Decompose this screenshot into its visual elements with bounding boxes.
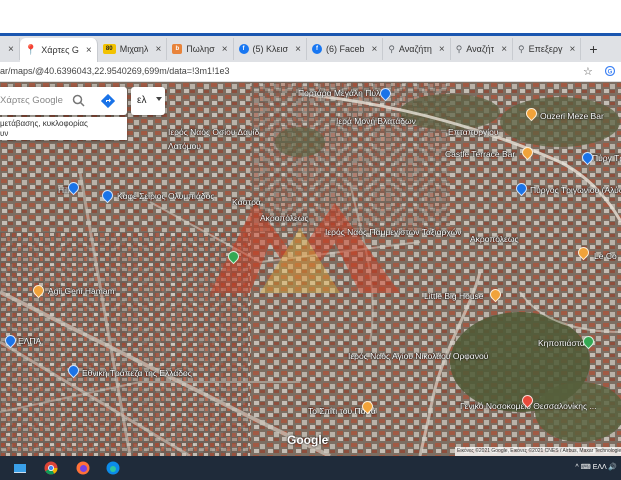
b-icon: b (172, 44, 183, 54)
close-tab-icon[interactable]: × (371, 44, 377, 55)
close-tab-icon[interactable]: × (439, 44, 445, 55)
tab-title: (5) Κλεισ (252, 44, 289, 54)
tab-google-maps[interactable]: 📍 Χάρτες G × (19, 38, 98, 62)
tab-4[interactable]: f (5) Κλεισ × (234, 38, 307, 60)
tab-title: (6) Faceb (325, 44, 365, 54)
url-text[interactable]: ar/maps/@40.6396043,22.9540269,699m/data… (0, 66, 230, 76)
bookmark-star-icon[interactable]: ☆ (583, 65, 593, 78)
svg-text:G: G (608, 70, 613, 76)
map-place-label[interactable]: Little Big House (424, 292, 484, 301)
map-place-label[interactable]: Le Co (594, 252, 617, 261)
map-place-label[interactable]: Ιερός Ναός Αγίου Νικολάου Ορφανού (348, 352, 488, 361)
close-tab-icon[interactable]: × (295, 44, 301, 55)
maps-search-box[interactable]: Χάρτες Google (0, 87, 127, 115)
map-place-label[interactable]: Agii Geni Hamam (48, 287, 115, 296)
map-place-label[interactable]: Castle Terrace Bar (445, 150, 515, 159)
language-select[interactable]: ελ (131, 87, 165, 115)
tab-5[interactable]: f (6) Faceb × (307, 38, 384, 60)
google-account-icon[interactable]: G (605, 66, 615, 76)
tab-title: Αναζήτ (466, 44, 495, 54)
close-tab-icon[interactable]: × (222, 44, 228, 55)
top-white-area (0, 0, 621, 36)
map-place-label[interactable]: Εθνική Τράπεζα της Ελλάδος (82, 369, 192, 378)
chrome-icon[interactable] (44, 461, 58, 475)
close-tab-icon[interactable]: × (155, 44, 161, 55)
map-place-label[interactable]: Κηποπιάστα (538, 339, 585, 348)
tab-title: Πωλησ (186, 44, 215, 54)
directions-icon[interactable] (101, 94, 115, 108)
map-place-label[interactable]: Ιερά Μονή Βλατάδων (336, 117, 416, 126)
tab-blank[interactable]: × (0, 38, 20, 60)
edge-icon[interactable] (106, 461, 120, 475)
map-place-label[interactable]: Ακροπόλεως (470, 235, 519, 244)
80-icon: 80 (102, 44, 116, 54)
tab-3[interactable]: b Πωλησ × (167, 38, 234, 60)
new-tab-button[interactable]: + (581, 41, 605, 57)
facebook-icon: f (311, 44, 322, 54)
tab-strip: × 📍 Χάρτες G × 80 Μιχαηλ × b Πωλησ × f (… (0, 36, 621, 62)
map-place-label[interactable]: Λατόμου (168, 142, 201, 151)
system-tray[interactable]: ^ ⌨ ΕΛΛ 🔊 (575, 463, 617, 471)
search-input[interactable]: Χάρτες Google (0, 95, 63, 106)
windows-icon[interactable] (13, 461, 27, 475)
close-tab-icon[interactable]: × (570, 44, 576, 55)
search-page-icon: ⚲ (388, 43, 395, 54)
tooltip-line-2: υν (0, 129, 9, 138)
map-place-label[interactable]: Πορτάρα Μεγάλη Πύλη (298, 89, 385, 98)
tab-title: Επεξεργ (528, 44, 563, 54)
windows-taskbar: ^ ⌨ ΕΛΛ 🔊 (0, 456, 621, 480)
map-place-label[interactable]: Κάστρα (232, 198, 261, 207)
map-place-label[interactable]: Επταπυργίου (448, 128, 499, 137)
map-place-label[interactable]: Ακροπόλεως (260, 214, 309, 223)
firefox-icon[interactable] (76, 461, 90, 475)
close-tab-icon[interactable]: × (8, 44, 14, 55)
search-page-icon: ⚲ (518, 43, 525, 54)
facebook-icon: f (238, 44, 249, 54)
tab-8[interactable]: ⚲ Επεξεργ × (513, 38, 582, 60)
tab-6[interactable]: ⚲ Αναζήτη × (383, 38, 451, 60)
map-place-label[interactable]: Πύργος Τριγωνίου (Αλύσεως) (530, 186, 621, 195)
tooltip-line-1: μετάβασης, κυκλοφορίας (0, 119, 88, 128)
close-tab-icon[interactable]: × (501, 44, 507, 55)
map-place-label[interactable]: Ιερός Ναός Παμμεγίστων Ταξιαρχών (325, 228, 462, 237)
google-logo: Google (287, 433, 329, 447)
map-place-label[interactable]: Ιερός Ναός Οσίου Δαυίδ (168, 128, 259, 137)
close-tab-icon[interactable]: × (86, 45, 92, 56)
layers-tooltip: μετάβασης, κυκλοφορίας υν (0, 117, 127, 140)
map-place-label[interactable]: ΕΛΠΑ (18, 337, 41, 346)
map-place-label[interactable]: Ouzeri Meze Bar (540, 112, 604, 121)
language-label: ελ (137, 95, 147, 106)
search-page-icon: ⚲ (455, 43, 463, 54)
tab-2[interactable]: 80 Μιχαηλ × (98, 38, 168, 60)
map-place-label[interactable]: Πύργ Τρι (592, 154, 621, 163)
tab-7[interactable]: ⚲ Αναζήτ × (451, 38, 514, 60)
maps-pin-icon: 📍 (24, 44, 38, 56)
map-place-label[interactable]: Καφέ Σείριος Ολυμπιάδος (117, 192, 214, 201)
tab-title: Αναζήτη (398, 44, 432, 54)
tab-title: Μιχαηλ (119, 44, 149, 54)
tab-title: Χάρτες G (41, 45, 79, 55)
search-icon[interactable] (72, 94, 85, 107)
map-attribution: Εικόνες ©2021 Google, Εικόνες ©2021 CNES… (455, 447, 621, 456)
chevron-down-icon (156, 97, 162, 101)
address-bar[interactable]: ar/maps/@40.6396043,22.9540269,699m/data… (0, 62, 621, 82)
screen: × 📍 Χάρτες G × 80 Μιχαηλ × b Πωλησ × f (… (0, 0, 621, 480)
